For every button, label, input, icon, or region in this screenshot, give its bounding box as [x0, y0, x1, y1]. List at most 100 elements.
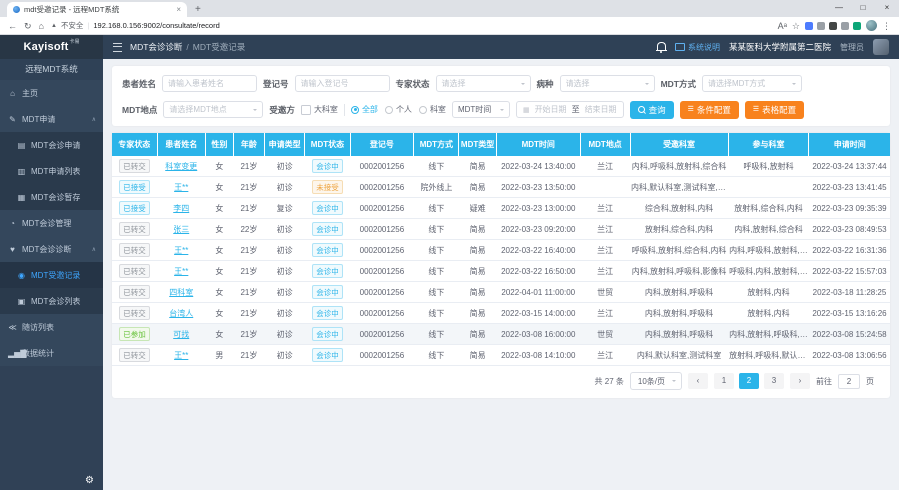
patient-name-link[interactable]: 科室变更 — [165, 162, 197, 171]
cell-apply_type: 复诊 — [264, 198, 304, 219]
sidebar-item-mdt-list[interactable]: ▣MDT会诊列表 — [0, 288, 103, 314]
close-button[interactable]: × — [875, 0, 899, 16]
column-header[interactable]: 登记号 — [350, 133, 414, 156]
patient-name-link[interactable]: 张三 — [173, 225, 189, 234]
mdt-mode-select[interactable]: 请选择MDT方式 — [702, 75, 802, 92]
expert-status-badge: 已接受 — [119, 180, 150, 194]
mdt-status-badge: 会诊中 — [312, 285, 343, 299]
page-button-1[interactable]: 1 — [714, 373, 734, 389]
patient-name-link[interactable]: 四科室 — [169, 288, 193, 297]
column-header[interactable]: MDT地点 — [580, 133, 630, 156]
sidebar-item-mdt-record[interactable]: ◉MDT受邀记录 — [0, 262, 103, 288]
tab-close-icon[interactable]: × — [176, 6, 181, 14]
cell-place: 兰江 — [580, 240, 630, 261]
browser-tab[interactable]: mdt受邀记录 - 远程MDT系统 × — [7, 2, 187, 17]
patient-name-link[interactable]: 王** — [174, 267, 188, 276]
next-page-button[interactable]: › — [790, 373, 810, 389]
sidebar-item-stats[interactable]: ▂▅▇数据统计 — [0, 340, 103, 366]
cell-expert_status: 已参加 — [112, 324, 157, 345]
extension-icon[interactable] — [829, 22, 837, 30]
page-button-3[interactable]: 3 — [764, 373, 784, 389]
column-header[interactable]: 患者姓名 — [157, 133, 205, 156]
condition-config-button[interactable]: ☰ 条件配置 — [680, 101, 739, 119]
patient-name-link[interactable]: 台湾人 — [169, 309, 193, 318]
cell-mdt_status: 会诊中 — [305, 345, 350, 366]
system-title: 远程MDT系统 — [0, 59, 103, 80]
home-icon[interactable]: ⌂ — [39, 21, 44, 31]
goto-page-input[interactable] — [838, 374, 860, 389]
window-controls: — □ × — [827, 0, 899, 16]
back-icon[interactable]: ← — [8, 21, 17, 31]
prev-page-button[interactable]: ‹ — [688, 373, 708, 389]
invitee-radio-个人[interactable]: 个人 — [385, 104, 412, 115]
column-header[interactable]: 年龄 — [233, 133, 264, 156]
date-range-picker[interactable]: ▦ 开始日期 至 结束日期 — [516, 101, 624, 118]
cell-mdt_type: 简易 — [459, 345, 496, 366]
patient-name-link[interactable]: 可找 — [173, 330, 189, 339]
bell-icon[interactable] — [657, 42, 666, 50]
disease-select[interactable]: 请选择 — [560, 75, 655, 92]
column-header[interactable]: MDT方式 — [414, 133, 459, 156]
maximize-button[interactable]: □ — [851, 0, 875, 16]
radio-icon — [351, 106, 359, 114]
new-tab-button[interactable]: + — [195, 3, 201, 17]
page-button-2[interactable]: 2 — [739, 373, 759, 389]
column-header[interactable]: MDT状态 — [305, 133, 350, 156]
sidebar-item-home[interactable]: ⌂主页 — [0, 80, 103, 106]
sidebar-item-mdt-manage[interactable]: ◔MDT会诊管理 — [0, 210, 103, 236]
mdt-apply-icon: ✎ — [8, 115, 17, 124]
system-help-link[interactable]: 系统说明 — [675, 42, 720, 53]
big-dept-checkbox[interactable]: 大科室 — [301, 104, 338, 115]
sidebar-item-mdt-diagnose[interactable]: ♥MDT会诊诊断∧ — [0, 236, 103, 262]
mdt-place-select[interactable]: 请选择MDT地点 — [163, 101, 263, 118]
table-config-button[interactable]: ☰ 表格配置 — [745, 101, 804, 119]
patient-name-link[interactable]: 王** — [174, 183, 188, 192]
url-field[interactable]: ▲ 不安全 | 192.168.0.156:9002/consultate/re… — [51, 20, 771, 31]
column-header[interactable]: 参与科室 — [728, 133, 809, 156]
browser-profile-avatar[interactable] — [866, 20, 877, 31]
text-zoom-icon[interactable]: Aᵃ — [778, 21, 787, 31]
table-row: 已转交王**男21岁初诊会诊中0002001256线下简易2022-03-08 … — [112, 345, 890, 366]
invitee-radio-全部[interactable]: 全部 — [351, 104, 378, 115]
expert-status-select[interactable]: 请选择 — [436, 75, 531, 92]
cell-reg_no: 0002001256 — [350, 240, 414, 261]
column-header[interactable]: MDT时间 — [496, 133, 580, 156]
column-header[interactable]: 申请时间 — [809, 133, 890, 156]
mdt-time-select[interactable]: MDT时间 — [452, 101, 510, 118]
page-size-select[interactable]: 10条/页 — [630, 372, 682, 390]
column-header[interactable]: 专家状态 — [112, 133, 157, 156]
patient-name-link[interactable]: 李四 — [173, 204, 189, 213]
sidebar-item-mdt-apply-list[interactable]: ▥MDT申请列表 — [0, 158, 103, 184]
sidebar-item-mdt-apply[interactable]: ✎MDT申请∧ — [0, 106, 103, 132]
extension-icon[interactable] — [853, 22, 861, 30]
invitee-radio-科室[interactable]: 科室 — [419, 104, 446, 115]
column-header[interactable]: 性别 — [205, 133, 233, 156]
column-header[interactable]: 受邀科室 — [630, 133, 728, 156]
user-avatar[interactable] — [873, 39, 889, 55]
register-no-input[interactable] — [295, 75, 390, 92]
search-button[interactable]: 查询 — [630, 101, 674, 119]
cell-place: 兰江 — [580, 198, 630, 219]
browser-menu-icon[interactable]: ⋮ — [882, 21, 891, 31]
extension-icon[interactable] — [805, 22, 813, 30]
sidebar-item-mdt-consult-apply[interactable]: ▤MDT会诊申请 — [0, 132, 103, 158]
extension-icon[interactable] — [841, 22, 849, 30]
user-role: 管理员 — [840, 42, 864, 53]
cell-apply_time: 2022-03-23 13:41:45 — [809, 177, 890, 198]
patient-name-input[interactable] — [162, 75, 257, 92]
column-header[interactable]: 申请类型 — [264, 133, 304, 156]
sidebar-collapse-icon[interactable] — [113, 43, 122, 52]
app-logo: Kayisoft 卡易 — [0, 35, 103, 59]
patient-name-link[interactable]: 王** — [174, 246, 188, 255]
column-header[interactable]: MDT类型 — [459, 133, 496, 156]
sidebar-item-mdt-consult-draft[interactable]: ▦MDT会诊暂存 — [0, 184, 103, 210]
expert-status-badge: 已转交 — [119, 222, 150, 236]
patient-name-link[interactable]: 王** — [174, 351, 188, 360]
cell-reg_no: 0002001256 — [350, 324, 414, 345]
refresh-icon[interactable]: ↻ — [24, 21, 32, 31]
sidebar-item-followup[interactable]: ≪随访列表 — [0, 314, 103, 340]
extension-icon[interactable] — [817, 22, 825, 30]
favorite-star-icon[interactable]: ☆ — [792, 21, 800, 31]
gear-icon[interactable]: ⚙ — [85, 475, 94, 486]
minimize-button[interactable]: — — [827, 0, 851, 16]
